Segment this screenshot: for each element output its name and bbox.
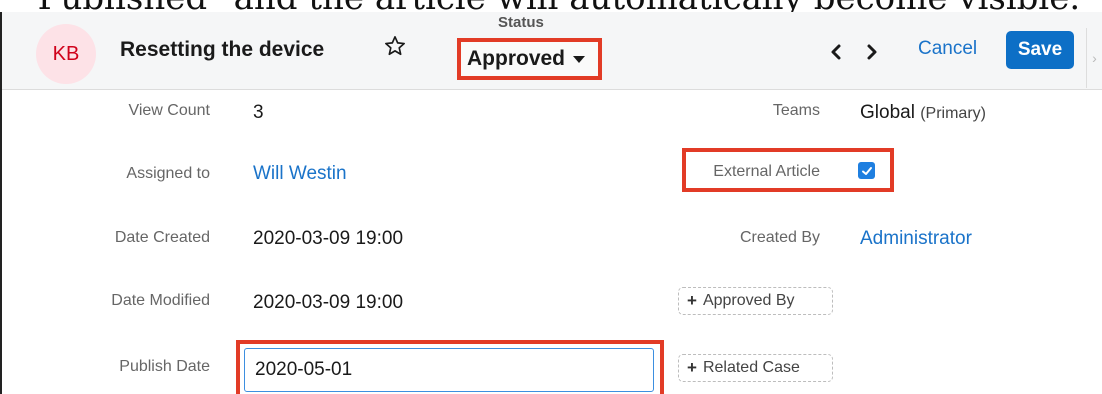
assigned-to-link[interactable]: Will Westin (253, 163, 347, 185)
left-border (0, 12, 2, 394)
plus-icon: + (687, 291, 697, 310)
chevron-right-icon[interactable] (862, 38, 882, 66)
external-article-checkbox[interactable] (858, 162, 875, 179)
created-by-label: Created By (739, 229, 820, 246)
date-modified-label: Date Modified (111, 292, 210, 309)
teams-label: Teams (772, 102, 820, 119)
add-approved-by-button[interactable]: + Approved By (678, 287, 833, 315)
view-count-label: View Count (128, 102, 210, 119)
date-modified-value: 2020-03-09 19:00 (253, 292, 404, 313)
teams-value: Global (860, 102, 915, 123)
related-case-label: Related Case (702, 359, 800, 376)
caret-down-icon (573, 55, 586, 63)
status-dropdown[interactable]: Approved (457, 38, 602, 80)
status-value: Approved (467, 47, 566, 70)
teams-value-group[interactable]: Global (Primary) (860, 102, 986, 124)
date-created-value: 2020-03-09 19:00 (253, 228, 404, 249)
date-created-label: Date Created (114, 229, 210, 246)
cancel-button[interactable]: Cancel (918, 38, 977, 60)
record-title: Resetting the device (120, 38, 325, 61)
created-by-link[interactable]: Administrator (860, 228, 972, 250)
scroll-edge: › (1086, 28, 1102, 88)
teams-primary-suffix: (Primary) (920, 105, 986, 122)
view-count-value: 3 (253, 102, 264, 123)
add-related-case-button[interactable]: + Related Case (678, 354, 833, 382)
check-icon (861, 166, 872, 175)
assigned-to-label: Assigned to (126, 165, 210, 182)
star-icon[interactable] (384, 34, 406, 58)
chevron-left-icon[interactable] (826, 38, 846, 66)
plus-icon: + (687, 358, 697, 377)
avatar-initials: KB (52, 42, 80, 65)
save-button[interactable]: Save (1006, 31, 1074, 69)
publish-date-label: Publish Date (119, 358, 210, 375)
scroll-glyph: › (1092, 50, 1097, 66)
avatar: KB (36, 24, 96, 84)
status-label: Status (498, 14, 544, 31)
external-article-label: External Article (713, 163, 820, 180)
approved-by-label: Approved By (702, 292, 795, 309)
publish-date-input[interactable] (244, 348, 654, 392)
